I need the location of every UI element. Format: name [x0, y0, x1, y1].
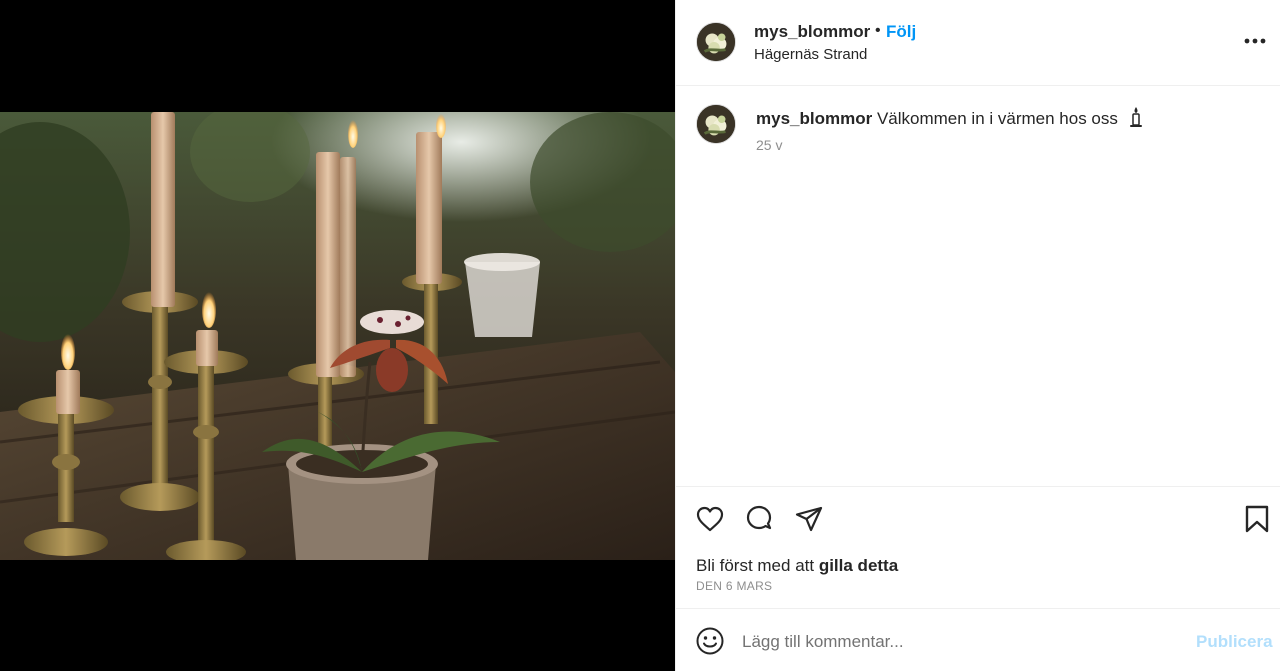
paper-plane-icon[interactable] [794, 504, 824, 534]
post-location[interactable]: Hägernäs Strand [754, 46, 867, 63]
likes-prefix: Bli först med att [696, 556, 819, 575]
more-horizontal-icon[interactable] [1242, 30, 1268, 52]
caption-timestamp[interactable]: 25 v [756, 137, 782, 153]
avatar-flowers-image [697, 23, 735, 61]
comment-bubble-icon[interactable] [744, 504, 774, 534]
candle-emoji [1129, 107, 1142, 127]
post-date[interactable]: DEN 6 MARS [696, 579, 772, 593]
caption-avatar[interactable] [696, 104, 736, 144]
caption-username[interactable]: mys_blommor [756, 109, 872, 128]
caption-text: Välkommen in i värmen hos oss [876, 109, 1118, 128]
avatar-flowers-image [697, 105, 735, 143]
post-header: mys_blommor • Följ Hägernäs Strand [676, 0, 1280, 86]
comments-section: mys_blommor Välkommen in i värmen hos os… [676, 86, 1280, 486]
comment-input[interactable] [742, 627, 1182, 657]
media-viewer [0, 0, 675, 671]
follow-button[interactable]: Följ [886, 22, 916, 42]
post-photo[interactable] [0, 112, 675, 560]
photo-candles-orchid [0, 112, 675, 560]
publish-button[interactable]: Publicera [1196, 632, 1273, 652]
post-caption: mys_blommor Välkommen in i värmen hos os… [756, 106, 1143, 129]
post-side-panel: mys_blommor • Följ Hägernäs Strand mys_b… [675, 0, 1280, 671]
bookmark-icon[interactable] [1242, 504, 1272, 534]
post-author-username[interactable]: mys_blommor [754, 22, 870, 42]
likes-summary: Bli först med att gilla detta [696, 556, 898, 576]
like-this-link[interactable]: gilla detta [819, 556, 898, 575]
post-actions: Bli först med att gilla detta DEN 6 MARS [676, 486, 1280, 608]
heart-icon[interactable] [695, 504, 725, 534]
add-comment-bar: Publicera [676, 608, 1280, 671]
separator-dot: • [875, 22, 881, 39]
avatar[interactable] [696, 22, 736, 62]
smiley-icon[interactable] [695, 626, 725, 656]
